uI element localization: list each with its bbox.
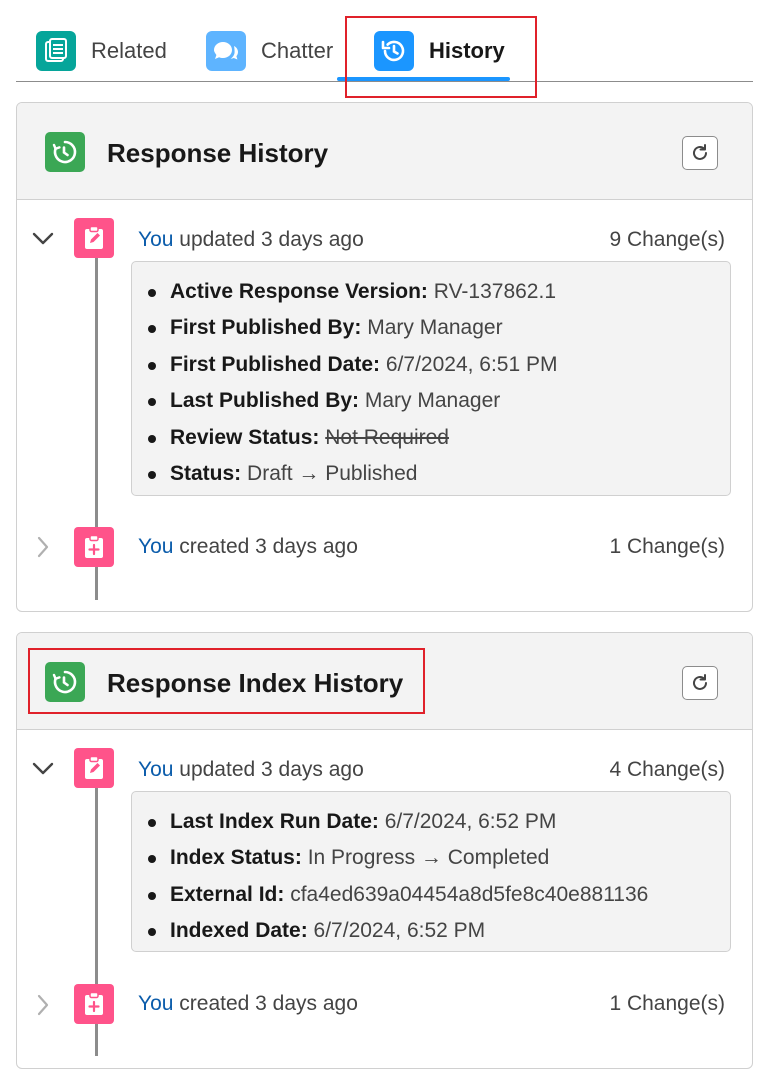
timeline-entry-text: You updated 3 days ago xyxy=(138,758,364,782)
change-count: 4 Change(s) xyxy=(609,758,725,781)
card-title: Response History xyxy=(107,138,329,168)
timeline-entry-text: You created 3 days ago xyxy=(138,992,358,1016)
card-header: Response History xyxy=(17,103,752,200)
timeline-entry-text: You created 3 days ago xyxy=(138,535,358,559)
refresh-button[interactable] xyxy=(682,136,718,170)
response-index-history-card: Response Index History You updated 3 day… xyxy=(16,632,753,1069)
chevron-right-icon xyxy=(37,994,49,1016)
edit-clipboard-icon xyxy=(74,218,114,258)
change-item: Last Index Run Date: 6/7/2024, 6:52 PM xyxy=(146,804,730,840)
change-label: Status: xyxy=(170,462,242,486)
user-link[interactable]: You xyxy=(138,758,173,781)
entry-action: updated 3 days ago xyxy=(173,758,364,781)
change-label: First Published Date: xyxy=(170,352,381,376)
tab-chatter-label: Chatter xyxy=(261,38,334,63)
tab-history[interactable]: History xyxy=(374,30,505,72)
change-item: First Published By: Mary Manager xyxy=(146,310,730,346)
clock-history-icon xyxy=(45,132,85,172)
change-count: 9 Change(s) xyxy=(609,228,725,251)
edit-clipboard-icon xyxy=(74,748,114,788)
change-value: cfa4ed639a04454a8d5fe8c40e881136 xyxy=(290,882,649,906)
tab-chatter[interactable]: Chatter xyxy=(206,30,333,72)
change-item: First Published Date: 6/7/2024, 6:51 PM xyxy=(146,347,730,383)
active-tab-indicator xyxy=(337,77,510,81)
entry-action: updated 3 days ago xyxy=(173,228,364,251)
chevron-down-icon xyxy=(32,762,54,775)
collapse-chevron-button[interactable] xyxy=(31,757,55,781)
change-count: 1 Change(s) xyxy=(609,992,725,1015)
change-label: Last Published By: xyxy=(170,389,360,413)
change-item: Review Status: Not Required xyxy=(146,420,730,456)
expand-chevron-button[interactable] xyxy=(31,535,55,559)
user-link[interactable]: You xyxy=(138,228,173,251)
change-label: First Published By: xyxy=(170,316,362,340)
collapse-chevron-button[interactable] xyxy=(31,227,55,251)
clock-history-icon xyxy=(45,662,85,702)
user-link[interactable]: You xyxy=(138,992,173,1015)
change-item: Indexed Date: 6/7/2024, 6:52 PM xyxy=(146,913,730,949)
timeline-entry-text: You updated 3 days ago xyxy=(138,228,364,252)
change-item: Status: Draft → Published xyxy=(146,456,730,492)
changes-list-box: Last Index Run Date: 6/7/2024, 6:52 PM I… xyxy=(131,791,731,952)
related-list-icon xyxy=(36,31,76,71)
change-count: 1 Change(s) xyxy=(609,535,725,558)
change-value: Draft → Published xyxy=(247,462,418,486)
card-title: Response Index History xyxy=(107,668,404,698)
card-header: Response Index History xyxy=(17,633,752,730)
refresh-icon xyxy=(693,144,707,160)
tab-related-label: Related xyxy=(91,38,167,63)
change-label: Index Status: xyxy=(170,846,302,870)
change-label: Review Status: xyxy=(170,425,320,449)
change-value: Mary Manager xyxy=(364,389,501,413)
add-clipboard-icon xyxy=(74,984,114,1024)
record-tabs: Related Chatter History xyxy=(16,0,753,82)
change-item: Last Published By: Mary Manager xyxy=(146,383,730,419)
entry-action: created 3 days ago xyxy=(173,992,358,1015)
refresh-icon xyxy=(693,674,707,690)
tab-history-label: History xyxy=(429,38,505,63)
change-item: External Id: cfa4ed639a04454a8d5fe8c40e8… xyxy=(146,877,730,913)
tab-related[interactable]: Related xyxy=(36,30,167,72)
chevron-down-icon xyxy=(32,232,54,245)
add-clipboard-icon xyxy=(74,527,114,567)
change-value: 6/7/2024, 6:51 PM xyxy=(385,352,558,376)
change-value: 6/7/2024, 6:52 PM xyxy=(384,810,557,833)
change-label: External Id: xyxy=(170,882,285,906)
change-item: Active Response Version: RV-137862.1 xyxy=(146,274,730,310)
change-item: Index Status: In Progress → Completed xyxy=(146,840,730,876)
changes-list-box: Active Response Version: RV-137862.1 Fir… xyxy=(131,261,731,496)
refresh-button[interactable] xyxy=(682,666,718,700)
change-value: Mary Manager xyxy=(367,316,503,340)
change-value-old: Not Required xyxy=(325,425,449,449)
chevron-right-icon xyxy=(37,536,49,558)
chatter-bubbles-icon xyxy=(206,31,246,71)
response-history-card: Response History You updated 3 days ago … xyxy=(16,102,753,612)
change-value: In Progress → Completed xyxy=(307,846,550,870)
change-value: 6/7/2024, 6:52 PM xyxy=(313,919,486,943)
user-link[interactable]: You xyxy=(138,535,173,558)
entry-action: created 3 days ago xyxy=(173,535,358,558)
change-label: Active Response Version: xyxy=(170,280,428,303)
change-value: RV-137862.1 xyxy=(433,280,556,303)
change-label: Indexed Date: xyxy=(170,919,308,943)
change-label: Last Index Run Date: xyxy=(170,810,379,833)
expand-chevron-button[interactable] xyxy=(31,993,55,1017)
history-clock-icon xyxy=(374,31,414,71)
